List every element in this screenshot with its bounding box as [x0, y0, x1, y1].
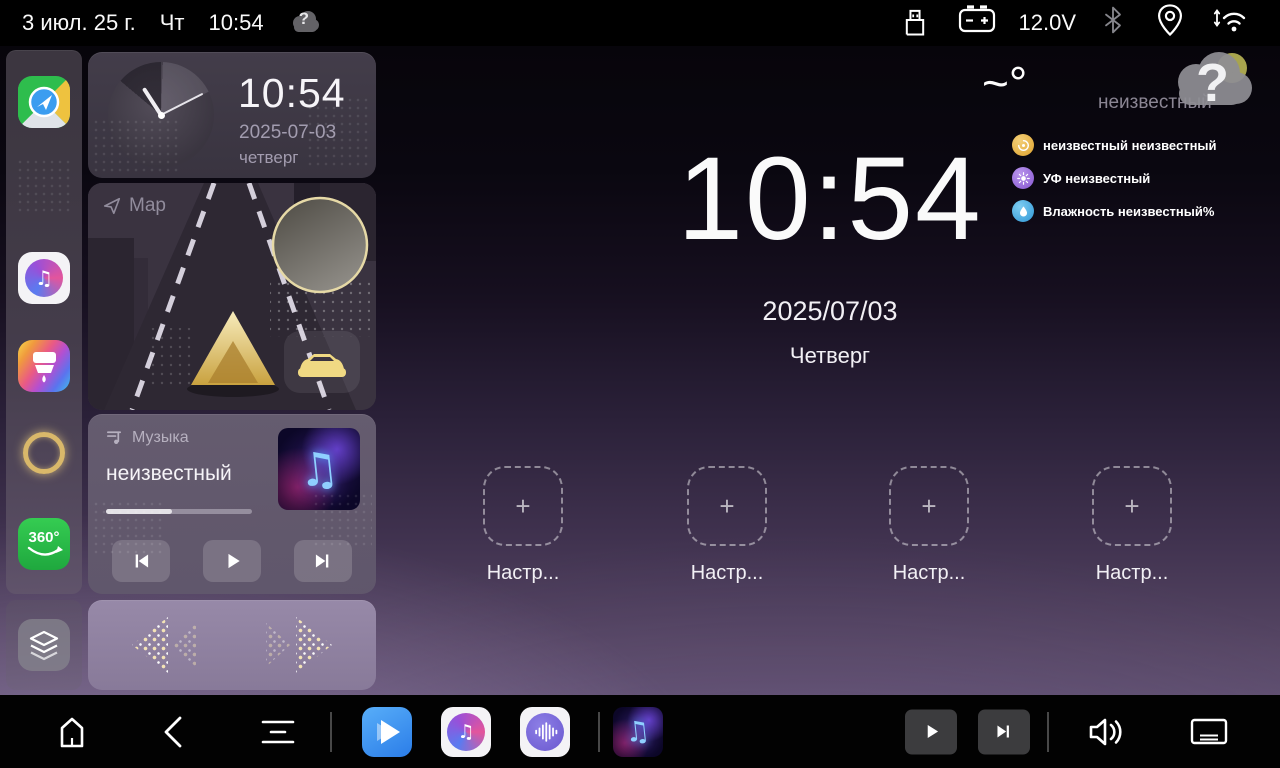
status-date: 3 июл. 25 г.: [22, 10, 136, 36]
bluetooth-icon: [1096, 0, 1130, 48]
page-left-arrow-icon[interactable]: [132, 617, 168, 673]
navigate-icon: [102, 196, 122, 216]
sidebar: ♫ 360°: [6, 50, 82, 594]
widget-clock-date: 2025-07-03: [239, 122, 336, 144]
music-widget-label: Музыка: [132, 429, 189, 447]
voltage-value: 12.0V: [1019, 10, 1077, 36]
main-date: 2025/07/03: [620, 296, 1040, 327]
shortcut-slot-2[interactable]: + Настр...: [647, 466, 807, 585]
status-weekday: Чт: [160, 10, 185, 36]
music-progress-bar: [106, 509, 252, 514]
shortcut-slot-4[interactable]: + Настр...: [1052, 466, 1212, 585]
main-clock: 10:54 2025/07/03 Четверг: [620, 140, 1040, 369]
usb-icon: [895, 0, 935, 48]
surround-360-icon[interactable]: 360°: [18, 518, 70, 570]
back-button[interactable]: [153, 710, 197, 754]
home-button[interactable]: [50, 710, 94, 754]
status-time: 10:54: [209, 10, 264, 36]
bottom-nav-bar: ♫ ♫: [0, 695, 1280, 768]
playlist-icon: [105, 428, 124, 447]
analog-clock: [108, 62, 214, 168]
shortcut-slot-1[interactable]: + Настр...: [443, 466, 603, 585]
navbar-play-button[interactable]: [905, 709, 957, 754]
location-icon: [1150, 0, 1190, 48]
plus-icon: +: [719, 491, 734, 522]
clock-widget[interactable]: 10:54 2025-07-03 четверг: [88, 52, 376, 178]
play-button[interactable]: [203, 540, 261, 582]
weather-details: неизвестный неизвестный УФ неизвестный В…: [1012, 134, 1217, 222]
plus-icon: +: [921, 491, 936, 522]
weather-unknown-cloud-icon: ?: [1166, 50, 1258, 130]
main-time: 10:54: [620, 140, 1040, 258]
widget-clock-time: 10:54: [238, 70, 346, 117]
map-label: Map: [129, 195, 166, 217]
wifi-icon: [1210, 0, 1254, 48]
paint-theme-app-icon[interactable]: [18, 340, 70, 392]
weather-detail-row: Влажность неизвестный%: [1012, 200, 1217, 222]
sidebar-dots-pattern: [16, 158, 74, 212]
screen-off-button[interactable]: [1186, 710, 1232, 754]
music-player-app-icon[interactable]: ♫: [441, 707, 491, 757]
now-playing-thumbnail[interactable]: ♫: [613, 707, 663, 757]
layers-app-icon[interactable]: [18, 619, 70, 671]
navigation-app-icon[interactable]: [18, 76, 70, 128]
next-track-button[interactable]: [294, 540, 352, 582]
weather-detail-row: неизвестный неизвестный: [1012, 134, 1217, 156]
map-label-row: Map: [102, 195, 166, 217]
page-switcher-widget: [88, 600, 376, 690]
status-bar: 3 июл. 25 г. Чт 10:54 ? 12.0V: [0, 0, 1280, 46]
surround-360-label: 360°: [28, 530, 59, 545]
main-weekday: Четверг: [620, 343, 1040, 369]
music-app-icon[interactable]: ♫: [18, 252, 70, 304]
gold-ring-icon[interactable]: [23, 432, 65, 474]
weather-unknown-icon: ?: [288, 8, 322, 38]
shortcut-slot-3[interactable]: + Настр...: [849, 466, 1009, 585]
map-widget[interactable]: Map: [88, 183, 376, 410]
plus-icon: +: [1124, 491, 1139, 522]
weather-detail-row: УФ неизвестный: [1012, 167, 1217, 189]
weather-temperature: ~°: [982, 56, 1027, 110]
plus-icon: +: [515, 491, 530, 522]
map-scene: [88, 183, 376, 410]
voice-assistant-app-icon[interactable]: [520, 707, 570, 757]
previous-track-button[interactable]: [112, 540, 170, 582]
battery-icon: [955, 0, 999, 48]
recents-menu-button[interactable]: [254, 710, 298, 754]
volume-button[interactable]: [1083, 710, 1129, 754]
page-right-arrow-icon[interactable]: [296, 617, 332, 673]
album-art[interactable]: ♫: [278, 428, 360, 510]
music-widget[interactable]: Музыка неизвестный ♫: [88, 414, 376, 594]
music-track-title: неизвестный: [106, 462, 232, 486]
widget-clock-weekday: четверг: [239, 148, 298, 168]
navbar-next-button[interactable]: [978, 709, 1030, 754]
sidebar-bottom-panel: [6, 600, 82, 690]
video-player-app-icon[interactable]: [362, 707, 412, 757]
